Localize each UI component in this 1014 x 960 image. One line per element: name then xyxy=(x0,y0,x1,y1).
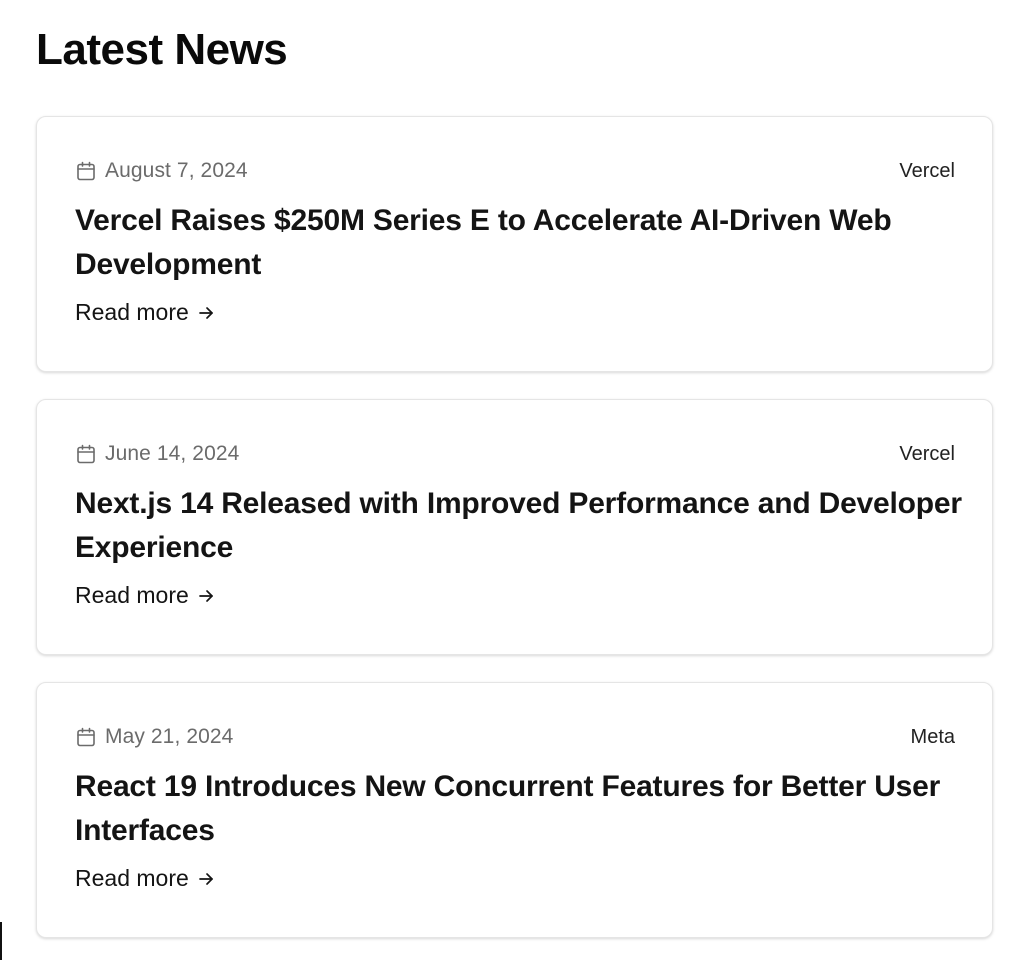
news-meta-row: May 21, 2024 Meta xyxy=(75,723,955,751)
news-date: August 7, 2024 xyxy=(75,159,248,183)
source-label: Vercel xyxy=(899,159,955,182)
calendar-icon xyxy=(75,160,97,182)
read-more-link[interactable]: Read more xyxy=(75,299,215,326)
news-headline: Next.js 14 Released with Improved Perfor… xyxy=(75,487,962,564)
read-more-label: Read more xyxy=(75,582,189,608)
news-meta-row: August 7, 2024 Vercel xyxy=(75,157,955,185)
calendar-icon xyxy=(75,726,97,748)
calendar-icon xyxy=(75,443,97,465)
news-headline: Vercel Raises $250M Series E to Accelera… xyxy=(75,204,892,281)
news-card: June 14, 2024 Vercel Next.js 14 Released… xyxy=(36,399,993,655)
read-more-link[interactable]: Read more xyxy=(75,865,215,892)
news-card: August 7, 2024 Vercel Vercel Raises $250… xyxy=(36,116,993,372)
source-label: Vercel xyxy=(899,442,955,465)
source-label: Meta xyxy=(910,725,955,748)
read-more-link[interactable]: Read more xyxy=(75,582,215,609)
news-date: June 14, 2024 xyxy=(75,442,239,466)
date-text: June 14, 2024 xyxy=(105,442,240,465)
news-headline: React 19 Introduces New Concurrent Featu… xyxy=(75,770,941,847)
text-cursor xyxy=(0,922,2,960)
news-page: Latest News August 7, 2024 Vercel Vercel… xyxy=(0,0,1014,960)
page-title: Latest News xyxy=(36,25,288,74)
read-more-label: Read more xyxy=(75,299,189,325)
news-meta-row: June 14, 2024 Vercel xyxy=(75,440,955,468)
news-date: May 21, 2024 xyxy=(75,725,233,749)
read-more-label: Read more xyxy=(75,865,189,891)
date-text: May 21, 2024 xyxy=(105,725,234,748)
arrow-right-icon xyxy=(197,587,215,605)
arrow-right-icon xyxy=(197,870,215,888)
arrow-right-icon xyxy=(197,304,215,322)
date-text: August 7, 2024 xyxy=(105,159,248,182)
news-card: May 21, 2024 Meta React 19 Introduces Ne… xyxy=(36,682,993,938)
